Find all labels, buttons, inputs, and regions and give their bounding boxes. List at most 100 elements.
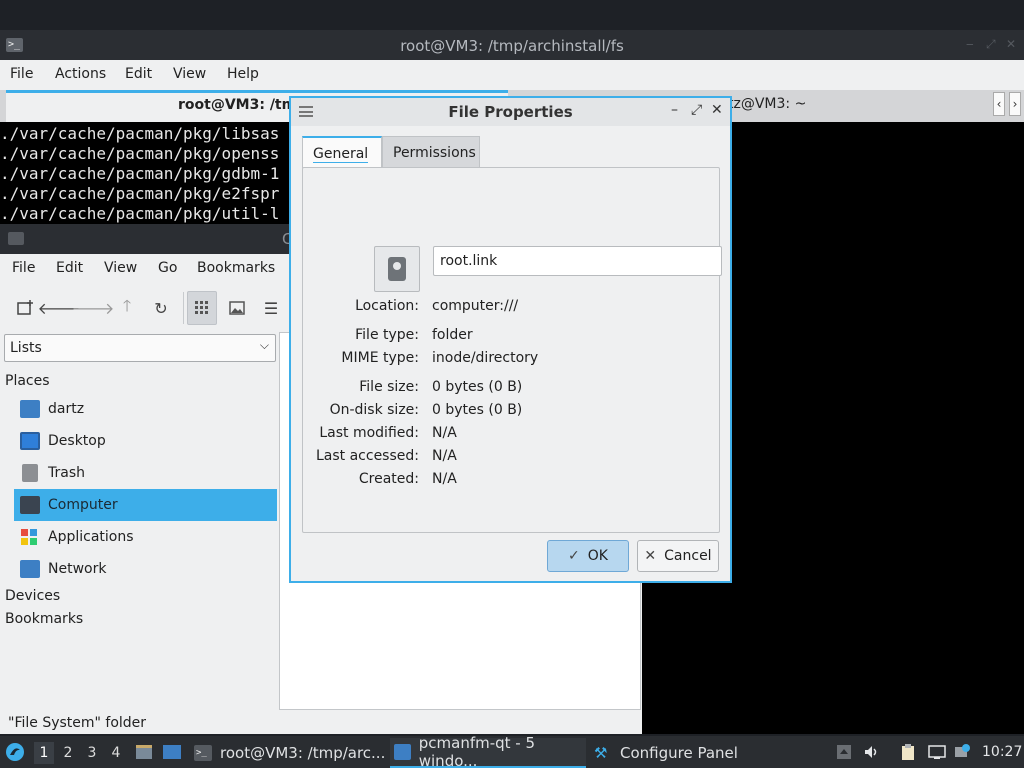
last-accessed-value: N/A <box>432 448 457 464</box>
terminal-window-title: root@VM3: /tmp/archinstall/fs <box>400 37 624 55</box>
ok-button[interactable]: ✓ OK <box>547 540 629 572</box>
cancel-button[interactable]: ✕ Cancel <box>637 540 719 572</box>
up-arrow-icon[interactable]: 🡑 <box>112 291 142 325</box>
location-value: computer:/// <box>432 298 519 314</box>
task-pcmanfm[interactable]: pcmanfm-qt - 5 windo... <box>390 734 586 768</box>
file-type-value: folder <box>432 327 473 343</box>
sidebar-item-label: Trash <box>48 465 85 481</box>
places-header[interactable]: Places <box>5 373 50 389</box>
icon-view-icon[interactable] <box>187 291 217 325</box>
clock[interactable]: 10:27 <box>982 736 1022 768</box>
terminal-output[interactable]: ./var/cache/pacman/pkg/libsas ./var/cach… <box>0 122 290 224</box>
show-desktop-icon[interactable] <box>162 736 182 768</box>
tab-general[interactable]: General <box>302 136 382 168</box>
clipboard-icon[interactable] <box>900 744 916 760</box>
tab-scroll-right-icon[interactable]: › <box>1009 92 1021 116</box>
home-folder-icon <box>20 400 40 418</box>
tab-scroll-left-icon[interactable]: ‹ <box>993 92 1005 116</box>
desktop-icon <box>20 432 40 450</box>
volume-icon[interactable] <box>864 744 880 760</box>
fm-menu-view[interactable]: View <box>104 260 137 276</box>
desktop: >_ root@VM3: /tmp/archinstall/fs ‒ ⤢ ✕ F… <box>0 0 1024 768</box>
fm-menu-bookmarks[interactable]: Bookmarks <box>197 260 275 276</box>
task-label: Configure Panel <box>620 744 738 762</box>
sidebar-item-label: Computer <box>48 497 118 513</box>
network-status-icon[interactable] <box>928 744 946 760</box>
sidebar-mode-select[interactable]: Lists ⌵ <box>4 334 276 362</box>
cancel-button-label: Cancel <box>664 548 712 564</box>
workspace-3[interactable]: 3 <box>82 742 102 764</box>
computer-icon <box>20 496 40 514</box>
sidebar-item-desktop[interactable]: Desktop <box>14 425 277 457</box>
list-view-icon[interactable]: ☰ <box>256 291 286 325</box>
reload-icon[interactable]: ↻ <box>146 291 176 325</box>
dialog-titlebar[interactable]: File Properties – ⤢ ✕ <box>291 98 730 126</box>
terminal-line: ./var/cache/pacman/pkg/openss <box>0 144 280 163</box>
sidebar-item-dartz[interactable]: dartz <box>14 393 277 425</box>
tab-permissions[interactable]: Permissions <box>382 136 480 168</box>
bookmarks-header[interactable]: Bookmarks <box>5 611 83 627</box>
last-modified-label: Last modified: <box>319 425 419 441</box>
minimize-icon[interactable]: ‒ <box>966 37 974 51</box>
fm-menu-go[interactable]: Go <box>158 260 177 276</box>
file-size-label: File size: <box>359 379 419 395</box>
file-name-field[interactable]: root.link <box>433 246 722 276</box>
task-terminal[interactable]: >_ root@VM3: /tmp/arc... <box>190 738 386 768</box>
file-type-label: File type: <box>355 327 419 343</box>
workspace-1[interactable]: 1 <box>34 742 54 764</box>
task-configure-panel[interactable]: ⚒ Configure Panel <box>590 738 790 768</box>
close-icon[interactable]: ✕ <box>1006 37 1016 51</box>
dialog-title: File Properties <box>448 103 573 121</box>
scroll-up-icon[interactable] <box>836 744 852 760</box>
mime-type-label: MIME type: <box>341 350 419 366</box>
terminal-titlebar[interactable]: >_ root@VM3: /tmp/archinstall/fs ‒ ⤢ ✕ <box>0 30 1024 60</box>
task-label: root@VM3: /tmp/arc... <box>220 744 386 762</box>
terminal-menu-view[interactable]: View <box>173 66 206 82</box>
terminal-line: ./var/cache/pacman/pkg/gdbm-1 <box>0 164 280 183</box>
chevron-down-icon: ⌵ <box>259 338 269 352</box>
filemanager-titlebar[interactable]: C <box>0 224 292 254</box>
workspace-2[interactable]: 2 <box>58 742 78 764</box>
file-properties-dialog: File Properties – ⤢ ✕ General Permission… <box>289 96 732 583</box>
workspace-4[interactable]: 4 <box>106 742 126 764</box>
terminal-menu-actions[interactable]: Actions <box>55 66 106 82</box>
tab-general-label: General <box>313 146 369 163</box>
fm-menu-file[interactable]: File <box>12 260 35 276</box>
back-arrow-icon[interactable]: 🡐 <box>38 291 81 325</box>
folder-icon <box>394 744 411 760</box>
terminal-menu-file[interactable]: File <box>10 66 33 82</box>
status-bar-text: "File System" folder <box>8 715 147 731</box>
sidebar-item-network[interactable]: Network <box>14 553 277 585</box>
ok-button-label: OK <box>587 548 608 564</box>
created-label: Created: <box>358 471 419 487</box>
sidebar-item-applications[interactable]: Applications <box>14 521 277 553</box>
fm-menu-edit[interactable]: Edit <box>56 260 83 276</box>
configure-panel-icon: ⚒ <box>594 744 608 762</box>
terminal-menubar: File Actions Edit View Help <box>0 60 1024 90</box>
devices-header[interactable]: Devices <box>5 588 60 604</box>
terminal-line: ./var/cache/pacman/pkg/util-l <box>0 204 280 223</box>
terminal-line: ./var/cache/pacman/pkg/libsas <box>0 124 280 143</box>
created-value: N/A <box>432 471 457 487</box>
file-manager-launcher-icon[interactable] <box>134 736 154 768</box>
folder-icon <box>8 232 24 245</box>
sidebar-item-label: Applications <box>48 529 134 545</box>
maximize-icon[interactable]: ⤢ <box>986 37 996 52</box>
sidebar-item-trash[interactable]: Trash <box>14 457 277 489</box>
new-tab-icon[interactable] <box>10 291 40 325</box>
close-icon[interactable]: ✕ <box>711 102 723 118</box>
sidebar-item-computer[interactable]: Computer <box>14 489 277 521</box>
start-menu-icon[interactable] <box>4 736 26 768</box>
sidebar-item-label: Network <box>48 561 107 577</box>
update-notifier-icon[interactable] <box>954 744 970 760</box>
thumbnail-view-icon[interactable] <box>222 291 252 325</box>
minimize-icon[interactable]: – <box>671 102 678 118</box>
filemanager-menubar: File Edit View Go Bookmarks <box>0 254 290 284</box>
file-icon-button[interactable] <box>374 246 420 292</box>
forward-arrow-icon[interactable]: 🡒 <box>72 291 115 325</box>
terminal-menu-edit[interactable]: Edit <box>125 66 152 82</box>
terminal-menu-help[interactable]: Help <box>227 66 259 82</box>
last-modified-value: N/A <box>432 425 457 441</box>
sidebar-item-label: Desktop <box>48 433 106 449</box>
maximize-icon[interactable]: ⤢ <box>691 102 702 118</box>
